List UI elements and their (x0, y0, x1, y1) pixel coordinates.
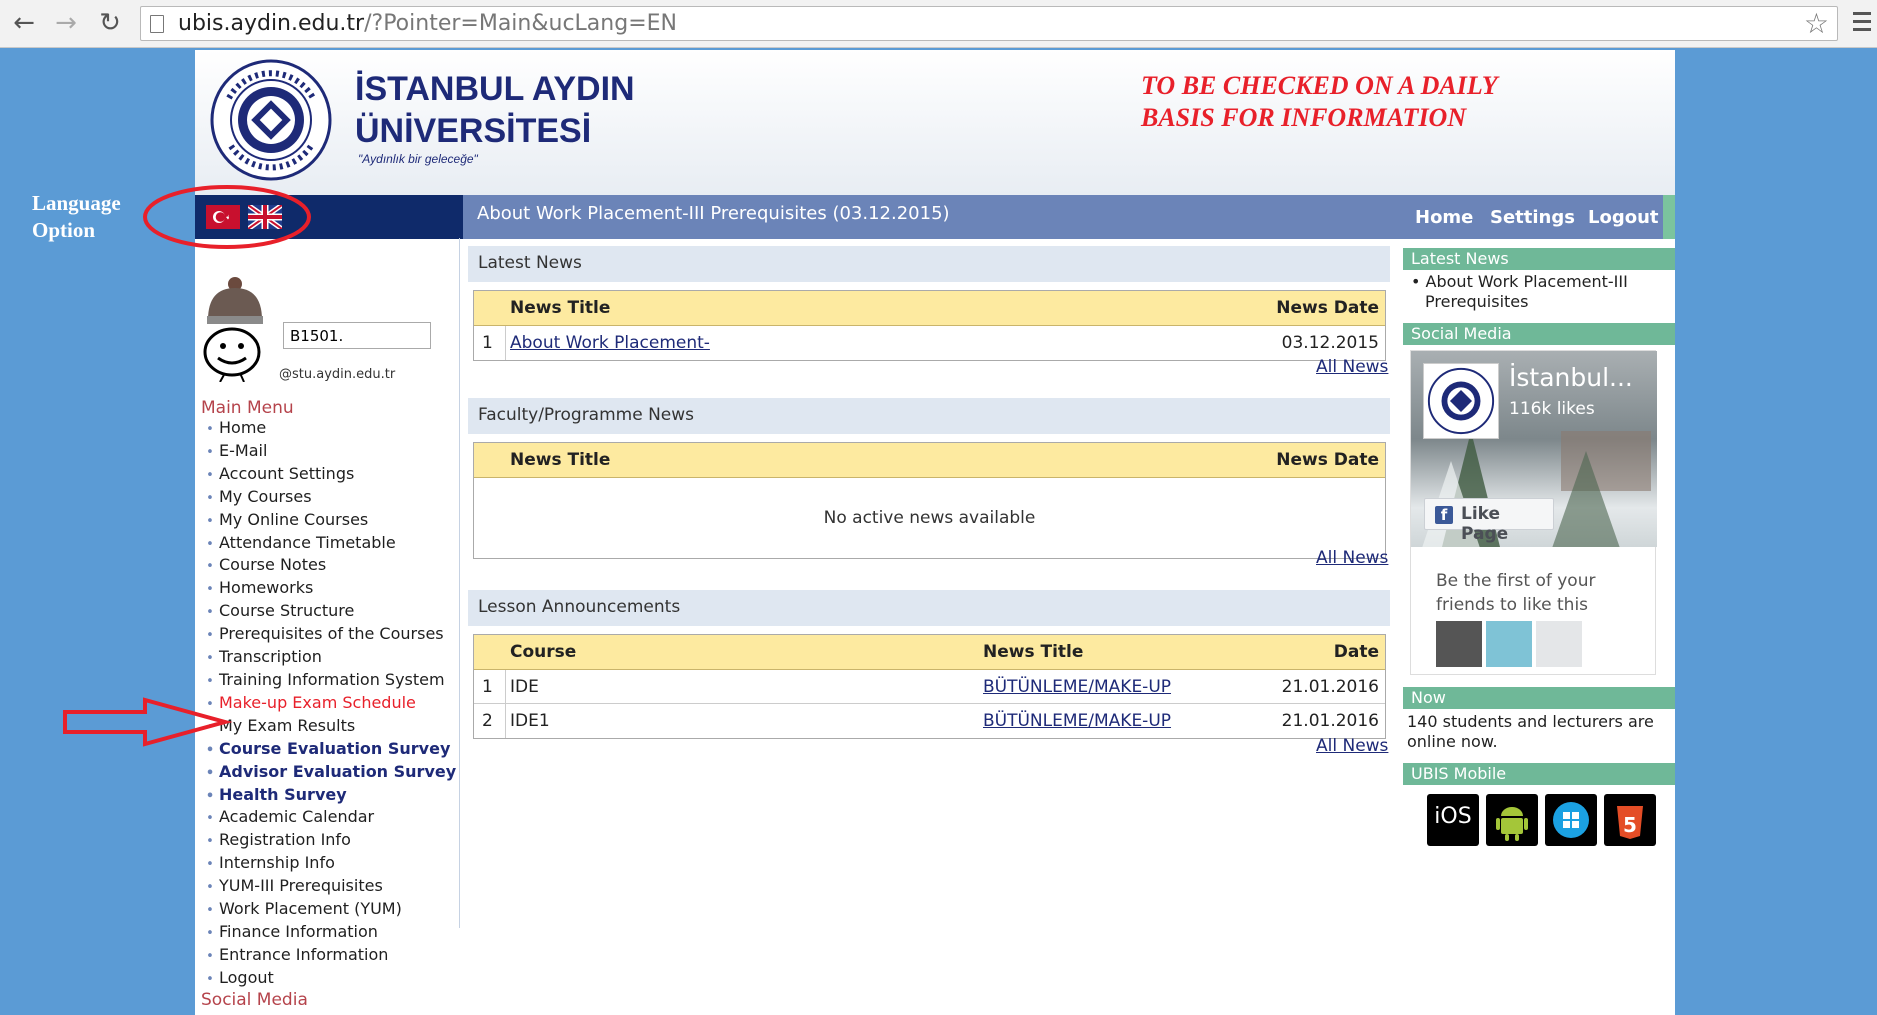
makeup-arrow-icon (63, 697, 233, 747)
language-highlight-circle (143, 185, 311, 249)
annotation-overlay (63, 185, 311, 747)
